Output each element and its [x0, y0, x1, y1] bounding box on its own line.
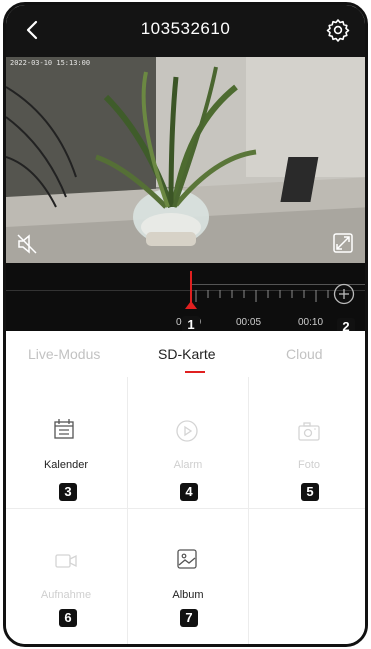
timeline-ticks [195, 290, 329, 302]
calendar-icon [54, 419, 74, 439]
page-title: 103532610 [140, 19, 231, 38]
tab-sd-card[interactable]: SD-Karte [158, 346, 216, 362]
callout-badge-3: 3 [59, 483, 77, 501]
phone-frame: 103532610 2022-03-10 15:13:00 00:05 00:1… [3, 2, 368, 647]
timeline-time-label: 00:05 [236, 317, 262, 328]
camera-scene-image [6, 57, 365, 263]
callout-badge-7: 7 [180, 609, 198, 627]
grid-item-label: Kalender [43, 459, 89, 471]
photo-camera-icon [298, 422, 320, 441]
tab-live-mode[interactable]: Live-Modus [28, 346, 100, 362]
gear-icon[interactable] [325, 17, 351, 43]
callout-badge-6: 6 [59, 609, 77, 627]
tab-cloud[interactable]: Cloud [286, 346, 323, 362]
active-tab-indicator [185, 371, 205, 373]
video-timestamp: 2022-03-10 15:13:00 [10, 59, 91, 67]
timeline-cursor-marker [185, 301, 197, 309]
timeline-time-label: 00:10 [298, 317, 324, 328]
grid-item-label: Foto [297, 459, 320, 471]
grid-item-label: Aufnahme [40, 589, 92, 601]
video-record-icon [55, 554, 77, 568]
callout-badge-4: 4 [180, 483, 198, 501]
grid-item-label: Album [172, 589, 204, 601]
header-bar: 103532610 [6, 5, 365, 57]
grid-divider [248, 377, 249, 644]
alarm-play-icon [176, 420, 198, 442]
grid-divider [127, 377, 128, 644]
album-icon [177, 549, 197, 569]
live-video-view[interactable]: 2022-03-10 15:13:00 [6, 57, 365, 263]
speaker-mute-icon[interactable] [16, 233, 38, 255]
grid-item-label: Alarm [173, 459, 203, 471]
mode-tabs: Live-Modus SD-Karte Cloud [6, 331, 365, 377]
grid-divider [6, 508, 365, 509]
function-grid: Kalender Alarm Foto Aufnahme Album [6, 377, 365, 644]
callout-badge-5: 5 [301, 483, 319, 501]
zoom-in-icon[interactable] [333, 283, 355, 305]
fullscreen-icon[interactable] [333, 233, 353, 253]
